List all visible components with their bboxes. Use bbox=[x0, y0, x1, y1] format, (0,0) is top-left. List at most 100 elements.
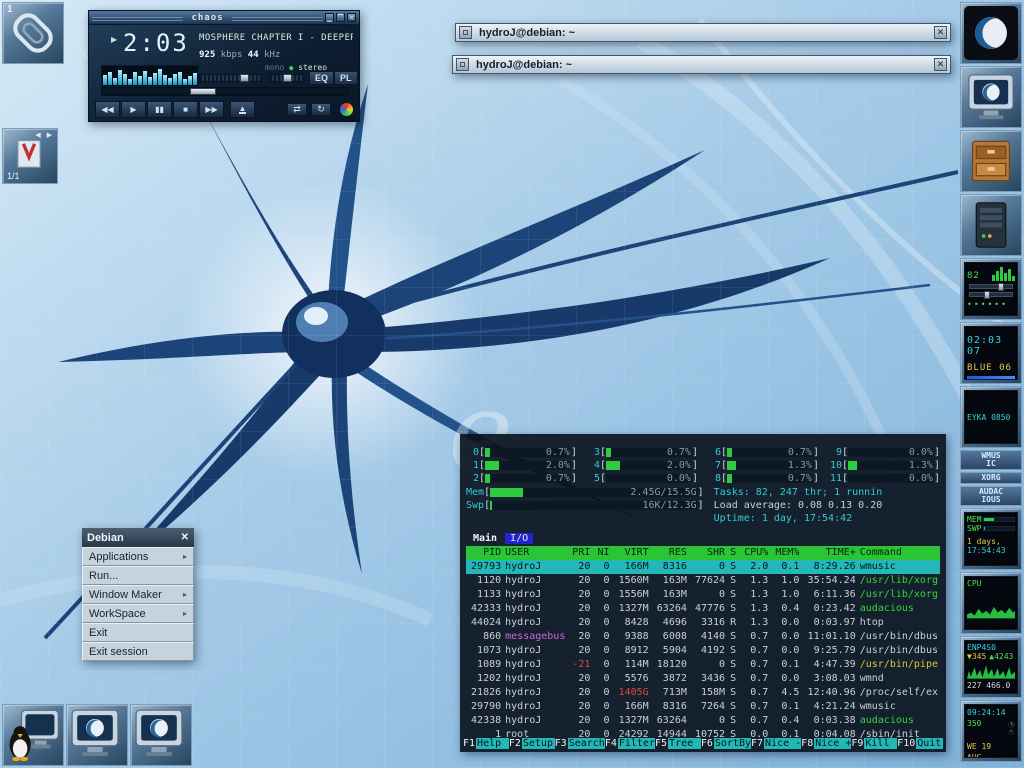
shuffle-button[interactable]: ⇄ bbox=[287, 103, 307, 116]
fkey-f5[interactable]: F5Tree bbox=[655, 738, 701, 749]
fkey-f8[interactable]: F8Nice + bbox=[801, 738, 851, 749]
column-header-pri[interactable]: PRI bbox=[568, 546, 592, 560]
column-header-ni[interactable]: NI bbox=[592, 546, 611, 560]
fkey-f2[interactable]: F2Setup bbox=[509, 738, 555, 749]
column-header-s[interactable]: S bbox=[727, 546, 739, 560]
fkey-f6[interactable]: F6SortBy bbox=[701, 738, 751, 749]
balance-slider[interactable] bbox=[269, 74, 303, 82]
equalizer-button[interactable]: EQ bbox=[309, 71, 334, 85]
dock-windowmaker-appicon[interactable] bbox=[960, 2, 1022, 64]
dock-button-audac-ious[interactable]: AUDAC IOUS bbox=[960, 486, 1022, 506]
menu-item-exit-session[interactable]: Exit session bbox=[82, 642, 194, 661]
next-button[interactable]: ▶▶ bbox=[199, 101, 224, 118]
dock-clock-dockapp[interactable]: 02:03 07 BLUE 06 bbox=[960, 322, 1022, 384]
menu-item-exit[interactable]: Exit bbox=[82, 623, 194, 642]
column-header-mem[interactable]: MEM% bbox=[770, 546, 801, 560]
terminal-window-2-titlebar[interactable]: hydroJ@debian: ~ ✕ bbox=[452, 55, 951, 74]
eject-button[interactable]: ▲ bbox=[230, 101, 255, 118]
terminal-window-1-titlebar[interactable]: hydroJ@debian: ~ ✕ bbox=[455, 23, 951, 42]
seek-bar[interactable] bbox=[101, 87, 349, 96]
process-row[interactable]: 29793hydroJ200166M83160S2.00.18:29.26wmu… bbox=[466, 560, 940, 574]
playlist-button[interactable]: PL bbox=[334, 71, 358, 85]
process-table-body: 29793hydroJ200166M83160S2.00.18:29.26wmu… bbox=[466, 560, 940, 742]
process-row[interactable]: 1089hydroJ-210114M181200S0.70.14:47.39/u… bbox=[466, 658, 940, 672]
fkey-f9[interactable]: F9Kill bbox=[851, 738, 897, 749]
column-header-command[interactable]: Command bbox=[858, 546, 940, 560]
process-row[interactable]: 42338hydroJ2001327M632640S0.70.40:03.38a… bbox=[466, 714, 940, 728]
shade-button[interactable]: ▔ bbox=[336, 13, 345, 22]
dock-gnustep-appicon[interactable] bbox=[960, 66, 1022, 128]
pause-button[interactable]: ▮▮ bbox=[147, 101, 172, 118]
root-menu-close-button[interactable]: ✕ bbox=[181, 532, 189, 543]
dock-netmonitor-dockapp[interactable]: ENP4S0 ▼345 ▲4243 227 466.0 bbox=[960, 636, 1022, 698]
dock-weather-dockapp[interactable]: EYKA 0850 TMP 0 DEW -2 PRS 1018 HUM 100 bbox=[960, 386, 1022, 448]
mixer-leds: •••••• bbox=[967, 300, 1015, 309]
terminal-2-close-button[interactable]: ✕ bbox=[934, 58, 947, 71]
fkey-f3[interactable]: F3Search bbox=[555, 738, 605, 749]
column-header-res[interactable]: RES bbox=[651, 546, 689, 560]
column-header-shr[interactable]: SHR bbox=[689, 546, 727, 560]
menu-item-applications[interactable]: Applications▸ bbox=[82, 547, 194, 566]
miniaturize-icon[interactable] bbox=[459, 26, 472, 39]
column-header-cpu[interactable]: CPU% bbox=[739, 546, 770, 560]
tab-main[interactable]: Main bbox=[468, 533, 502, 544]
process-row[interactable]: 1073hydroJ200891259044192S0.70.09:25.79/… bbox=[466, 644, 940, 658]
process-row[interactable]: 42333hydroJ2001327M6326447776S1.30.40:23… bbox=[466, 602, 940, 616]
tab-io[interactable]: I/O bbox=[505, 533, 533, 544]
previous-button[interactable]: ◀◀ bbox=[95, 101, 120, 118]
dock-clock2-dockapp[interactable]: 09:24:14 350 WE 19 AUG bbox=[960, 700, 1022, 762]
repeat-button[interactable]: ↻ bbox=[311, 103, 331, 116]
mixer-slider-2[interactable] bbox=[969, 292, 1013, 297]
root-menu-titlebar[interactable]: Debian ✕ bbox=[82, 528, 194, 547]
appicon-terminal-tux[interactable] bbox=[2, 704, 64, 766]
spectrum-analyzer[interactable] bbox=[101, 65, 199, 87]
process-row[interactable]: 21826hydroJ2001405G713M158MS0.74.512:40.… bbox=[466, 686, 940, 700]
elapsed-time-display[interactable]: 2:03 bbox=[123, 29, 189, 57]
dock-memload-dockapp[interactable]: MEM SWP 1 days, 17:54:43 bbox=[960, 508, 1022, 570]
htop-tab-bar: Main I/O bbox=[468, 533, 940, 544]
appicon-gnustep-2[interactable] bbox=[130, 704, 192, 766]
player-titlebar[interactable]: chaos ▁ ▔ ✕ bbox=[89, 11, 359, 25]
stop-button[interactable]: ■ bbox=[173, 101, 198, 118]
menu-item-window-maker[interactable]: Window Maker▸ bbox=[82, 585, 194, 604]
process-row[interactable]: 1133hydroJ2001556M163M0S1.31.06:11.36/us… bbox=[466, 588, 940, 602]
pager-next-arrow[interactable]: ▶ bbox=[47, 132, 54, 139]
fkey-f1[interactable]: F1Help bbox=[463, 738, 509, 749]
process-row[interactable]: 44024hydroJ200842846963316R1.30.00:03.97… bbox=[466, 616, 940, 630]
column-header-user[interactable]: USER bbox=[503, 546, 568, 560]
cell-s: R bbox=[727, 616, 739, 630]
terminal-1-close-button[interactable]: ✕ bbox=[934, 26, 947, 39]
mixer-slider-1[interactable] bbox=[969, 284, 1013, 289]
dock-button-wmus-ic[interactable]: WMUS IC bbox=[960, 450, 1022, 470]
fkey-f4[interactable]: F4Filter bbox=[605, 738, 655, 749]
appicon-gnustep-1[interactable] bbox=[66, 704, 128, 766]
fkey-f10[interactable]: F10Quit bbox=[897, 738, 943, 749]
dock-cpuload-dockapp[interactable]: CPU bbox=[960, 572, 1022, 634]
menu-item-run[interactable]: Run... bbox=[82, 566, 194, 585]
dock-button-xorg[interactable]: XORG bbox=[960, 472, 1022, 484]
minimize-button[interactable]: ▁ bbox=[325, 13, 334, 22]
pager-prev-arrow[interactable]: ◀ bbox=[35, 132, 42, 139]
miniaturize-icon[interactable] bbox=[456, 58, 469, 71]
cell-virt: 1560M bbox=[611, 574, 650, 588]
volume-knob[interactable] bbox=[240, 74, 249, 82]
process-row[interactable]: 1202hydroJ200557638723436S0.70.03:08.03w… bbox=[466, 672, 940, 686]
dock-server-appicon[interactable] bbox=[960, 194, 1022, 256]
process-row[interactable]: 29790hydroJ200166M83167264S0.70.14:21.24… bbox=[466, 700, 940, 714]
close-button[interactable]: ✕ bbox=[347, 13, 356, 22]
process-row[interactable]: 1120hydroJ2001560M163M77624S1.31.035:54.… bbox=[466, 574, 940, 588]
play-button[interactable]: ▶ bbox=[121, 101, 146, 118]
balance-knob[interactable] bbox=[283, 74, 292, 82]
workspace-clip[interactable]: 1 One bbox=[2, 2, 64, 64]
column-header-virt[interactable]: VIRT bbox=[611, 546, 650, 560]
fkey-f7[interactable]: F7Nice - bbox=[751, 738, 801, 749]
dock-filemanager-appicon[interactable] bbox=[960, 130, 1022, 192]
column-header-pid[interactable]: PID bbox=[466, 546, 503, 560]
process-row[interactable]: 860messagebus200938860084140S0.70.011:01… bbox=[466, 630, 940, 644]
volume-slider[interactable] bbox=[199, 74, 263, 82]
pager-appicon[interactable]: ◀ ▶ 1/1 bbox=[2, 128, 58, 184]
menu-item-workspace[interactable]: WorkSpace▸ bbox=[82, 604, 194, 623]
dock-mixer-dockapp[interactable]: 82 •••••• bbox=[960, 258, 1022, 320]
seek-knob[interactable] bbox=[190, 88, 216, 95]
column-header-time[interactable]: TIME+ bbox=[801, 546, 857, 560]
